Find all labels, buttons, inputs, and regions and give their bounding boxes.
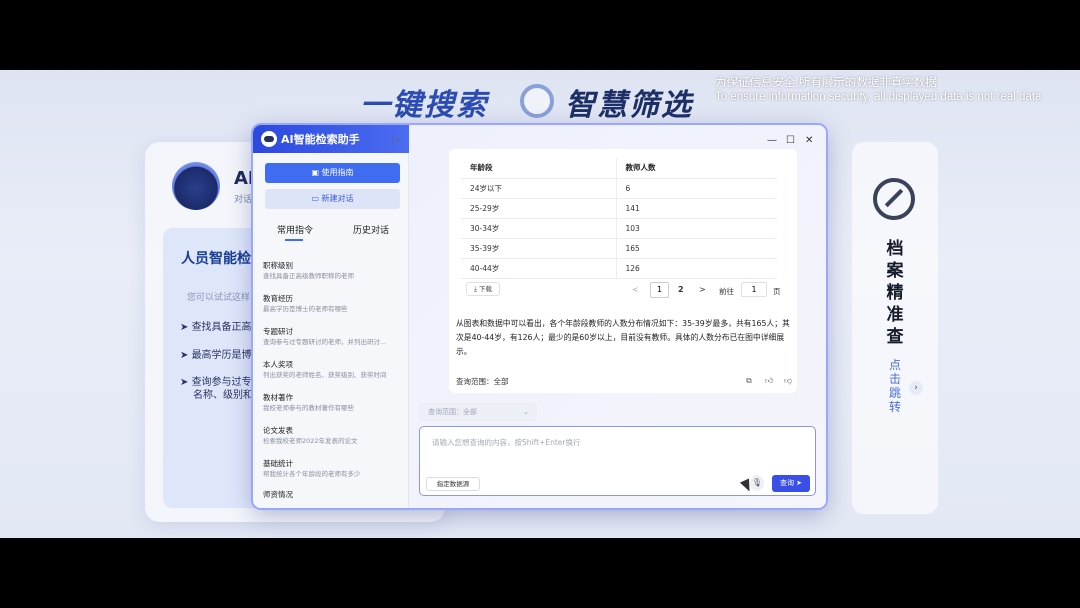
data-source-button[interactable]: 指定数据源 <box>426 477 480 491</box>
table-row: 25-29岁 141 <box>461 198 777 219</box>
command-item[interactable]: 教材著作 我校老师参与的教材著作有哪些 <box>263 392 403 414</box>
command-item[interactable]: 基础统计 帮我统计各个年龄段的老师有多少 <box>263 458 403 480</box>
answer-text: 从图表和数据中可以看出，各个年龄段教师的人数分布情况如下：35-39岁最多，共有… <box>456 319 790 356</box>
query-input[interactable]: 请输入您想查询的内容，按Shift+Enter换行 指定数据源 🎙︎ 查询 ➤ <box>419 426 816 496</box>
chat-icon: ▭ <box>311 194 322 203</box>
page-2-button[interactable]: 2 <box>678 285 684 294</box>
table-row: 35-39岁 165 <box>461 238 777 259</box>
goto-label: 前往 <box>719 287 734 296</box>
arrow-icon: ➤ <box>180 322 192 333</box>
bg-hint: 您可以试试这样 <box>187 293 251 303</box>
table-header-row: 年龄段 教师人数 <box>461 158 777 179</box>
next-page-button[interactable]: > <box>699 285 706 294</box>
app-title: AI智能检索助手 <box>281 133 360 146</box>
table-row: 40-44岁 126 <box>461 258 777 279</box>
answer-scope: 查询范围：全部 <box>456 377 509 386</box>
sidebar: AI智能检索助手 |« ▣ 使用指南 ▭ 新建对话 常用指令 历史对话 职称级别… <box>253 125 409 508</box>
copy-icon[interactable]: ⧉ <box>746 376 752 386</box>
command-item[interactable]: 教育经历 最高学历是博士的老师有哪些 <box>263 293 403 315</box>
column-header: 教师人数 <box>616 158 777 179</box>
page-suffix-label: 页 <box>773 287 781 296</box>
goto-page-input[interactable]: 1 <box>741 282 767 297</box>
data-disclaimer: 为保证信息安全,所有展示的数据非真实数据 To ensure informati… <box>715 77 1042 103</box>
command-item[interactable]: 论文发表 检索我校老师2022年发表的论文 <box>263 425 403 447</box>
tab-history[interactable]: 历史对话 <box>353 223 389 236</box>
column-header: 年龄段 <box>461 158 617 179</box>
sidebar-tabs: 常用指令 历史对话 <box>253 221 409 243</box>
bg-right-link: 点 击 跳 转 <box>888 358 901 414</box>
guide-button[interactable]: ▣ 使用指南 <box>265 163 400 183</box>
table-row: 30-34岁 103 <box>461 218 777 239</box>
query-placeholder: 请输入您想查询的内容，按Shift+Enter换行 <box>432 438 581 447</box>
tab-common-commands[interactable]: 常用指令 <box>277 223 313 241</box>
archive-icon <box>873 178 915 220</box>
page-1-button[interactable]: 1 <box>650 282 669 298</box>
collapse-sidebar-icon[interactable]: |« <box>391 135 401 146</box>
bg-left-card-title: AI <box>234 168 255 189</box>
magnifier-icon <box>520 84 554 118</box>
bg-bullet: ➤ 最高学历是博 <box>180 350 252 361</box>
bg-right-title: 档 案 精 准 查 <box>886 239 904 347</box>
arrow-icon: ➤ <box>180 377 192 388</box>
command-item[interactable]: 专题研讨 查询参与过专题研讨的老师，并列出研讨... <box>263 326 403 348</box>
bg-left-card-subtitle: 对话 <box>234 195 253 205</box>
chat-panel: — ☐ ✕ 年龄段 教师人数 24岁以下 6 25-29岁 141 30-34岁 10… <box>409 125 826 508</box>
scope-select[interactable]: 查询范围：全部 ⌄ <box>419 403 537 421</box>
command-item[interactable]: 本人奖项 列出获奖的老师姓名、获奖级别、获奖时间 <box>263 359 403 381</box>
table-row: 24岁以下 6 <box>461 178 777 199</box>
thumbs-up-icon[interactable]: 👍︎ <box>765 376 773 386</box>
close-icon[interactable]: ✕ <box>805 135 813 146</box>
chevron-down-icon: ⌄ <box>523 408 529 416</box>
sidebar-header: AI智能检索助手 <box>253 125 409 153</box>
robot-icon <box>172 162 220 210</box>
book-icon: ▣ <box>311 168 322 177</box>
chevron-right-icon: › <box>909 381 923 395</box>
bg-heading-left: 一键搜索 <box>360 88 488 123</box>
bg-bullet: ➤ 查找具备正高 <box>180 322 252 333</box>
new-chat-button[interactable]: ▭ 新建对话 <box>265 189 400 209</box>
robot-logo-icon <box>261 131 277 147</box>
download-button[interactable]: ⤓ 下载 <box>466 282 500 296</box>
thumbs-down-icon[interactable]: 👎︎ <box>784 376 792 386</box>
download-icon: ⤓ <box>474 285 477 293</box>
result-table: 年龄段 教师人数 24岁以下 6 25-29岁 141 30-34岁 103 35-3… <box>461 158 777 279</box>
arrow-icon: ➤ <box>180 350 192 361</box>
ai-search-window: AI智能检索助手 |« ▣ 使用指南 ▭ 新建对话 常用指令 历史对话 职称级别… <box>253 125 826 508</box>
bg-bullet: 名称、级别和 <box>193 390 253 401</box>
minimize-icon[interactable]: — <box>767 135 777 146</box>
command-item[interactable]: 职称级别 查找具备正高级教师职称的老师 <box>263 260 403 282</box>
bg-heading-right: 智慧筛选 <box>565 88 693 123</box>
prev-page-button[interactable]: < <box>632 285 639 294</box>
send-button[interactable]: 查询 ➤ <box>772 475 810 492</box>
command-item[interactable]: 师资情况 <box>263 489 403 500</box>
bg-inner-title: 人员智能检 <box>181 251 251 267</box>
video-frame: 一键搜索 智慧筛选 AI 对话 人员智能检 您可以试试这样 ➤ 查找具备正高 ➤… <box>0 0 1080 608</box>
maximize-icon[interactable]: ☐ <box>786 135 795 146</box>
